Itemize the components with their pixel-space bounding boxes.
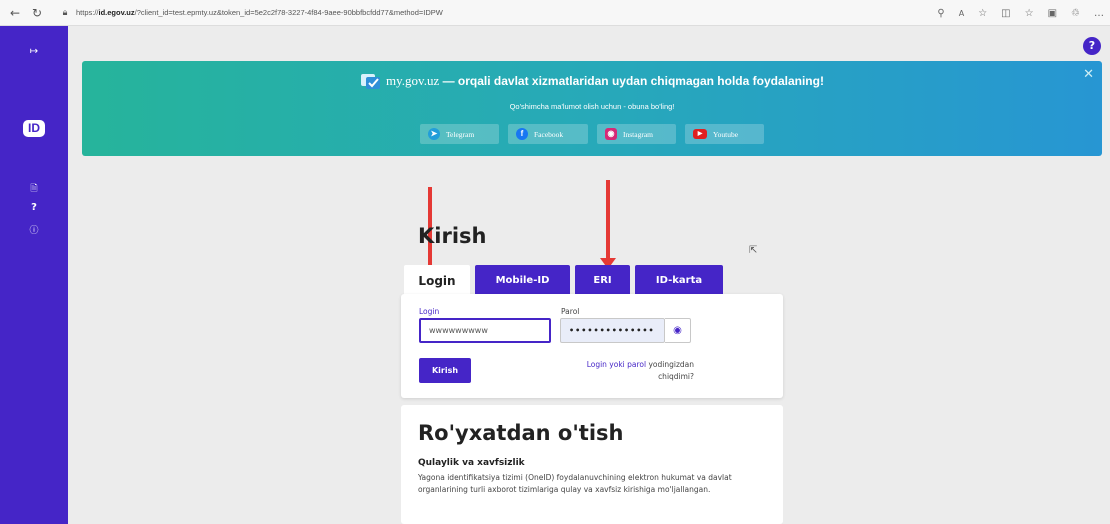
tab-login[interactable]: Login bbox=[404, 265, 470, 296]
back-icon[interactable]: ← bbox=[8, 6, 22, 20]
tab-eri[interactable]: ERI bbox=[575, 265, 630, 295]
expand-sidebar-icon[interactable]: ↦ bbox=[0, 46, 68, 57]
more-icon[interactable]: … bbox=[1094, 8, 1104, 19]
info-icon[interactable]: ⓘ bbox=[0, 223, 68, 236]
facebook-button[interactable]: f Facebook bbox=[508, 124, 588, 144]
favorite-star-icon[interactable]: ☆ bbox=[978, 8, 987, 19]
show-password-icon[interactable]: ◉ bbox=[665, 318, 691, 343]
instagram-button[interactable]: ◉ Instagram bbox=[597, 124, 676, 144]
split-screen-icon[interactable]: ◫ bbox=[1001, 8, 1010, 19]
address-bar[interactable]: https://id.egov.uz/?client_id=test.epmty… bbox=[76, 8, 443, 17]
banner-subtitle: Qo'shimcha ma'lumot olish uchun - obuna … bbox=[509, 102, 675, 111]
help-icon[interactable]: ? bbox=[0, 202, 68, 213]
annotation-arrow-eri bbox=[600, 180, 616, 269]
instagram-icon: ◉ bbox=[605, 128, 617, 140]
register-title: Ro'yxatdan o'tish bbox=[418, 421, 624, 445]
login-field-label: Login bbox=[419, 307, 440, 316]
url-prefix: https:// bbox=[76, 8, 99, 17]
login-tabs: Login Mobile-ID ERI ID-karta bbox=[404, 265, 728, 296]
oneid-logo: ID bbox=[23, 120, 45, 137]
extensions-icon[interactable]: ♲ bbox=[1071, 8, 1080, 19]
forgot-password-text: yodingizdan chiqdimi? bbox=[646, 360, 694, 381]
forgot-password: Login yoki parol yodingizdan chiqdimi? bbox=[570, 359, 694, 383]
register-description: Yagona identifikatsiya tizimi (OneID) fo… bbox=[418, 473, 732, 494]
instagram-label: Instagram bbox=[623, 129, 653, 139]
read-aloud-icon[interactable]: A bbox=[959, 9, 964, 18]
url-domain: id.egov.uz bbox=[98, 8, 135, 17]
mygov-logo-icon bbox=[361, 74, 381, 89]
telegram-label: Telegram bbox=[446, 129, 475, 139]
favorites-icon[interactable]: ☆ bbox=[1025, 8, 1034, 19]
login-input[interactable]: wwwwwwwww bbox=[419, 318, 551, 343]
banner-headline-text: — orqali davlat xizmatlaridan uydan chiq… bbox=[439, 74, 824, 89]
lock-icon: 🔒︎ bbox=[62, 7, 68, 18]
page-title: Kirish bbox=[418, 224, 487, 248]
url-path: /?client_id=test.epmty.uz&token_id=5e2c2… bbox=[134, 8, 443, 17]
collections-icon[interactable]: ▣ bbox=[1048, 8, 1057, 19]
sidebar: ↦ ID 🗎︎ ? ⓘ bbox=[0, 26, 68, 524]
banner-headline: my.gov.uz — orqali davlat xizmatlaridan … bbox=[82, 73, 1102, 91]
facebook-label: Facebook bbox=[534, 129, 564, 139]
password-input[interactable]: •••••••••••••• bbox=[560, 318, 665, 343]
refresh-icon[interactable]: ↻ bbox=[30, 6, 44, 20]
youtube-button[interactable]: ▶ Youtube bbox=[685, 124, 764, 144]
tab-id-karta[interactable]: ID-karta bbox=[635, 265, 723, 295]
browser-toolbar: ← ↻ 🔒︎ https://id.egov.uz/?client_id=tes… bbox=[0, 0, 1110, 26]
youtube-label: Youtube bbox=[713, 129, 739, 139]
help-button[interactable]: ? bbox=[1083, 37, 1101, 55]
login-submit-button[interactable]: Kirish bbox=[419, 358, 471, 383]
social-links: ➤ Telegram f Facebook ◉ Instagram ▶ Yout… bbox=[82, 124, 1102, 144]
document-icon[interactable]: 🗎︎ bbox=[0, 181, 68, 197]
youtube-icon: ▶ bbox=[693, 129, 707, 139]
tab-mobile-id[interactable]: Mobile-ID bbox=[475, 265, 570, 295]
promo-banner: ✕ my.gov.uz — orqali davlat xizmatlarida… bbox=[82, 61, 1102, 156]
banner-site-name[interactable]: my.gov.uz bbox=[386, 73, 439, 88]
facebook-icon: f bbox=[516, 128, 528, 140]
mouse-cursor-icon: ⇱ bbox=[749, 245, 758, 256]
search-icon[interactable]: ⚲ bbox=[937, 8, 944, 19]
forgot-password-link[interactable]: Login yoki parol bbox=[587, 360, 646, 369]
telegram-button[interactable]: ➤ Telegram bbox=[420, 124, 499, 144]
telegram-icon: ➤ bbox=[428, 128, 440, 140]
register-subtitle: Qulaylik va xavfsizlik bbox=[418, 458, 525, 468]
password-field-label: Parol bbox=[561, 307, 580, 316]
